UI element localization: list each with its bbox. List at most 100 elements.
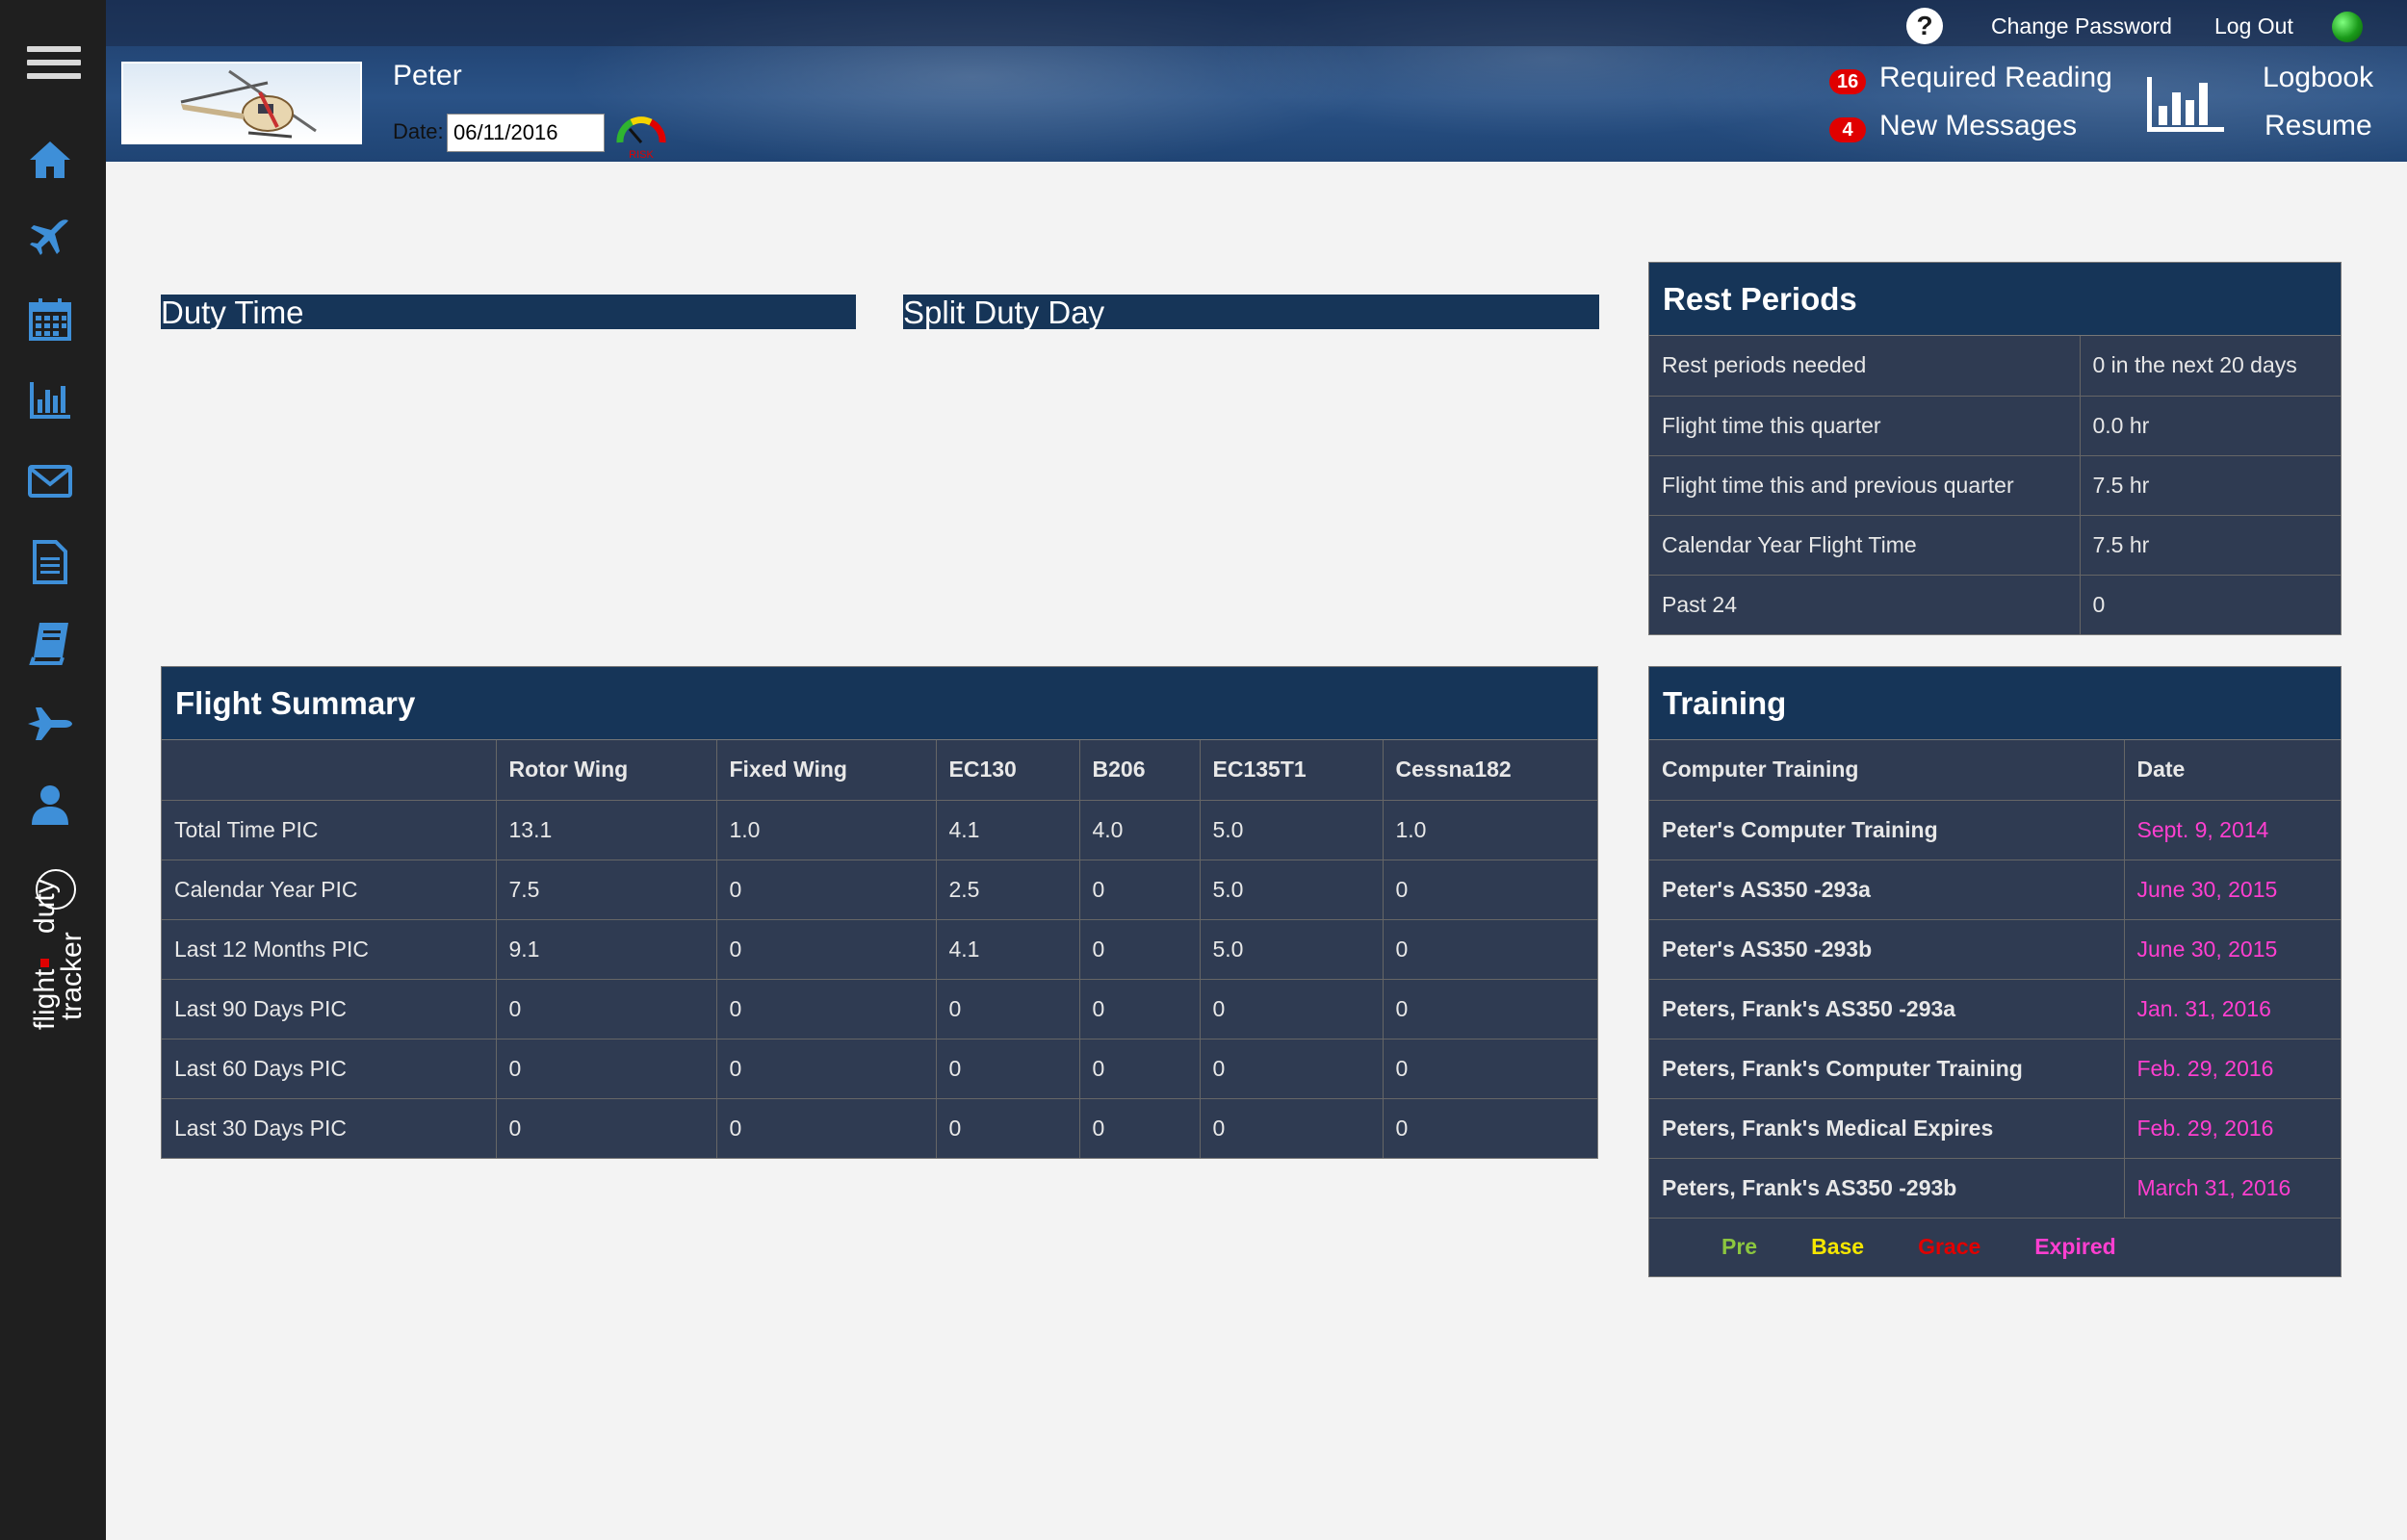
new-messages-link[interactable]: New Messages <box>1879 110 2077 142</box>
rest-period-value: 0 in the next 20 days <box>2080 336 2341 397</box>
training-title: Training <box>1649 667 2341 740</box>
risk-gauge-icon[interactable]: RISK <box>614 108 668 160</box>
flight-summary-cell: 0 <box>716 1098 937 1158</box>
split-duty-day-heading: Split Duty Day <box>903 295 1599 330</box>
training-row: Peters, Frank's AS350 -293a Jan. 31, 2016 <box>1649 979 2341 1040</box>
training-date: June 30, 2015 <box>2124 860 2341 920</box>
training-name: Peter's AS350 -293b <box>1649 919 2125 980</box>
helicopter-photo <box>121 62 362 144</box>
training-name: Peter's Computer Training <box>1649 800 2125 860</box>
user-icon[interactable] <box>23 780 77 830</box>
flight-summary-column-header: Fixed Wing <box>716 740 937 801</box>
flight-summary-cell: 0 <box>1079 919 1201 980</box>
resume-link[interactable]: Resume <box>2265 110 2372 142</box>
jet-icon[interactable] <box>23 699 77 749</box>
flight-summary-column-header: Rotor Wing <box>496 740 717 801</box>
airplane-icon[interactable] <box>23 214 77 264</box>
training-row: Peters, Frank's Medical Expires Feb. 29, … <box>1649 1098 2341 1159</box>
flight-summary-cell: 0 <box>1200 1098 1384 1158</box>
flight-summary-cell: 7.5 <box>496 860 717 920</box>
required-reading-link[interactable]: Required Reading <box>1879 62 2112 94</box>
hamburger-menu-icon[interactable] <box>27 46 81 85</box>
rest-period-value: 7.5 hr <box>2080 455 2341 516</box>
flight-summary-cell: 0 <box>1383 860 1597 920</box>
header-banner: Peter Date: RISK ? Change Password Log O… <box>106 0 2407 162</box>
brand-line-2: duty <box>29 879 61 934</box>
flight-summary-cell: 0 <box>936 1039 1080 1099</box>
rest-period-row: Rest periods needed 0 in the next 20 days <box>1649 336 2341 397</box>
legend-item-expired: Expired <box>2034 1234 2116 1259</box>
flight-summary-cell: 0 <box>1079 1098 1201 1158</box>
flight-summary-cell: 2.5 <box>936 860 1080 920</box>
rest-period-value: 0.0 hr <box>2080 396 2341 456</box>
log-out-link[interactable]: Log Out <box>2214 13 2293 39</box>
flight-summary-row-label: Last 30 Days PIC <box>162 1098 497 1158</box>
flight-summary-column-header <box>162 740 497 801</box>
sidebar: flight duty tracker <box>0 0 106 1540</box>
legend-item-grace: Grace <box>1918 1234 1981 1259</box>
flight-summary-panel: Flight Summary Rotor Wing Fixed Wing EC130… <box>161 666 1598 1159</box>
flight-summary-cell: 0 <box>1395 1115 1409 1141</box>
training-row: Peter's AS350 -293a June 30, 2015 <box>1649 860 2341 920</box>
document-icon[interactable] <box>23 537 77 587</box>
flight-summary-row: Last 60 Days PIC 0 0 0 0 0 0 <box>162 1039 1597 1099</box>
rest-period-label: Rest periods needed <box>1649 336 2081 397</box>
flight-summary-row-label: Calendar Year PIC <box>162 860 497 920</box>
date-input[interactable] <box>447 114 605 152</box>
duty-time-heading: Duty Time <box>161 295 856 330</box>
flight-summary-cell: 0 <box>1079 1039 1201 1099</box>
flight-summary-row-label: Total Time PIC <box>162 800 497 860</box>
flight-summary-cell: 0 <box>496 1098 717 1158</box>
training-date: Feb. 29, 2016 <box>2124 1039 2341 1099</box>
flight-summary-cell: 5.0 <box>1200 800 1384 860</box>
flight-summary-row: Calendar Year PIC 7.5 0 2.5 0 5.0 0 <box>162 860 1597 920</box>
flight-summary-cell: 4.1 <box>936 919 1080 980</box>
rest-period-row: Flight time this quarter 0.0 hr <box>1649 396 2341 456</box>
flight-summary-table: Rotor Wing Fixed Wing EC130 B206 EC135T1 Cess… <box>162 740 1597 1158</box>
flight-summary-cell: 0 <box>1200 979 1384 1040</box>
flight-summary-cell: 0 <box>716 979 937 1040</box>
rest-periods-title: Rest Periods <box>1649 263 2341 336</box>
flight-summary-cell: 1.0 <box>716 800 937 860</box>
rest-period-row: Past 24 0 <box>1649 575 2341 634</box>
training-row: Peter's AS350 -293b June 30, 2015 <box>1649 919 2341 980</box>
flight-summary-row: Total Time PIC 13.1 1.0 4.1 4.0 5.0 1.0 <box>162 800 1597 860</box>
status-indicator-icon <box>2332 12 2363 42</box>
flight-summary-cell: 9.1 <box>496 919 717 980</box>
training-column-header: Date <box>2124 740 2341 801</box>
home-icon[interactable] <box>23 135 77 185</box>
help-icon[interactable]: ? <box>1906 8 1943 44</box>
bar-chart-icon[interactable] <box>23 375 77 425</box>
training-date: June 30, 2015 <box>2124 919 2341 980</box>
legend-item-pre: Pre <box>1721 1234 1758 1259</box>
logbook-link[interactable]: Logbook <box>2263 62 2373 94</box>
training-date: Feb. 29, 2016 <box>2124 1098 2341 1159</box>
training-name: Peters, Frank's AS350 -293a <box>1649 979 2125 1040</box>
flight-summary-row-label: Last 12 Months PIC <box>162 919 497 980</box>
statistics-icon[interactable] <box>2145 73 2226 133</box>
change-password-link[interactable]: Change Password <box>1991 13 2172 39</box>
envelope-icon[interactable] <box>23 456 77 506</box>
calendar-icon[interactable] <box>23 295 77 345</box>
flight-summary-cell: 0 <box>1383 919 1597 980</box>
flight-summary-row: Last 30 Days PIC 0 0 0 0 0 0 <box>162 1098 1597 1158</box>
training-row: Peters, Frank's AS350 -293b March 31, 201… <box>1649 1158 2341 1219</box>
flight-summary-cell: 0 <box>1079 860 1201 920</box>
brand-line-3: tracker <box>56 932 85 1020</box>
flight-summary-cell: 0 <box>936 979 1080 1040</box>
flight-summary-row-label: Last 60 Days PIC <box>162 1039 497 1099</box>
new-messages-badge: 4 <box>1829 117 1866 142</box>
training-date: Jan. 31, 2016 <box>2124 979 2341 1040</box>
flight-summary-row: Last 12 Months PIC 9.1 0 4.1 0 5.0 0 <box>162 919 1597 980</box>
book-icon[interactable] <box>23 618 77 668</box>
legend-item-base: Base <box>1811 1234 1865 1259</box>
flight-summary-cell: 0 <box>496 1039 717 1099</box>
training-date: March 31, 2016 <box>2124 1158 2341 1219</box>
training-legend: Pre Base Grace Expired <box>1649 1219 2341 1276</box>
training-date: Sept. 9, 2014 <box>2124 800 2341 860</box>
flight-summary-cell: 0 <box>496 979 717 1040</box>
flight-summary-column-header: B206 <box>1079 740 1201 801</box>
flight-summary-cell: 1.0 <box>1383 800 1597 860</box>
training-row: Peter's Computer Training Sept. 9, 2014 <box>1649 800 2341 860</box>
rest-periods-panel: Rest Periods Rest periods needed 0 in the… <box>1648 262 2342 635</box>
